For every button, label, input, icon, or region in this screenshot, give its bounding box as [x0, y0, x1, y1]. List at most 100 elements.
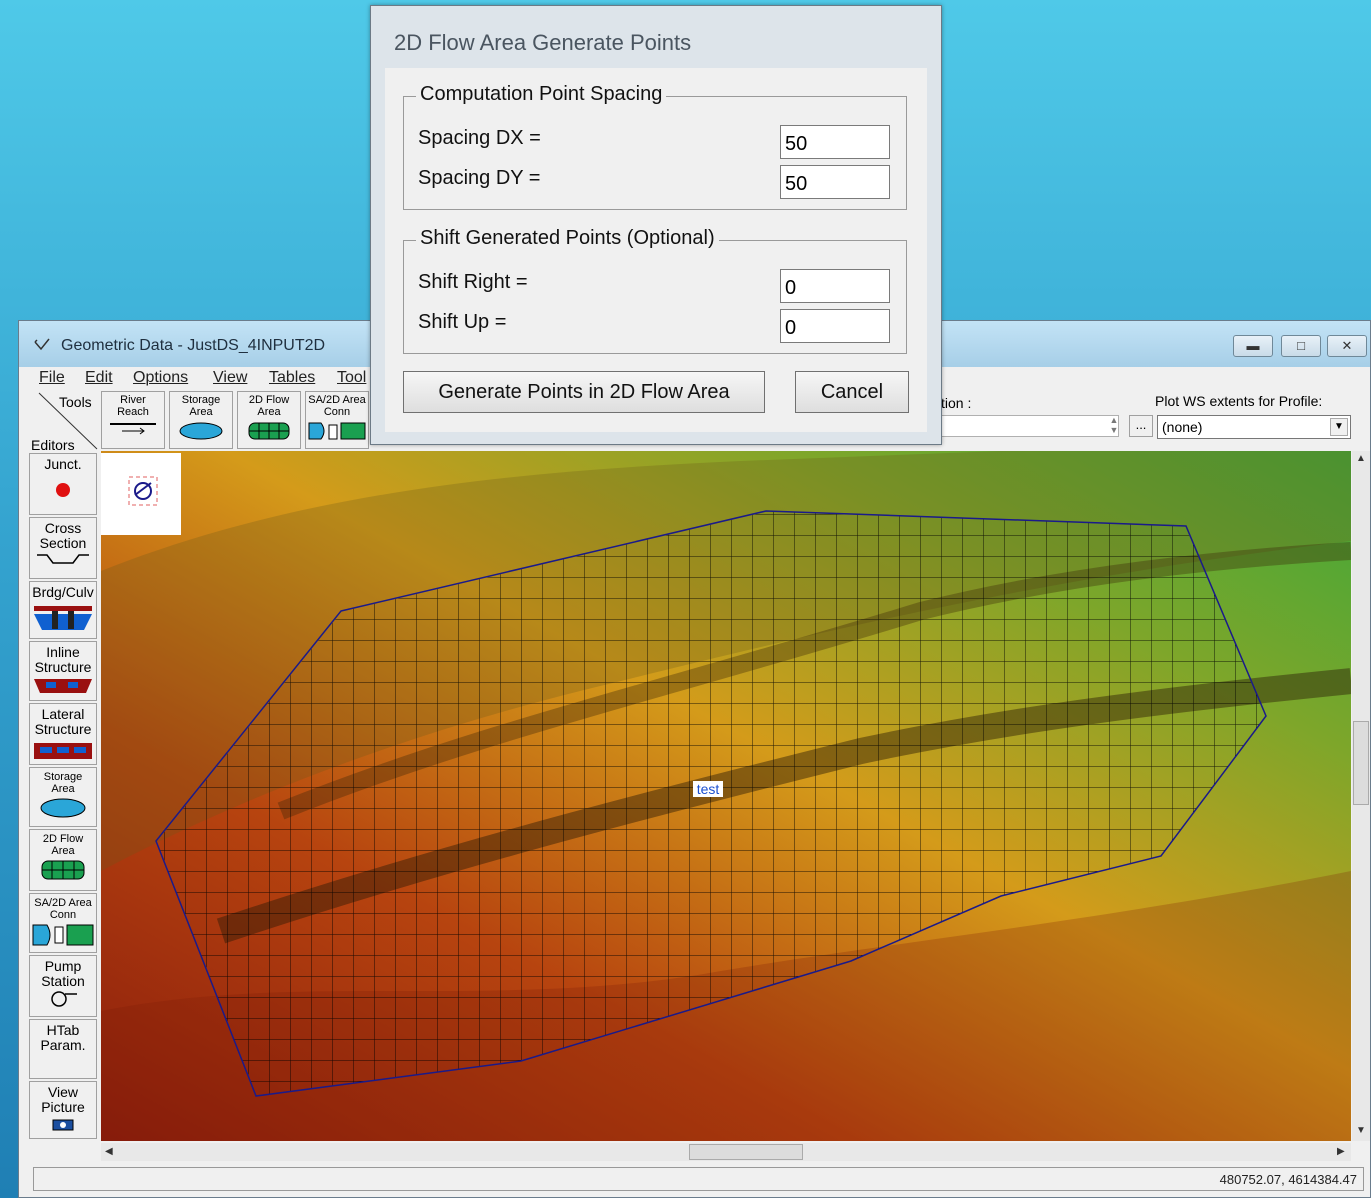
horizontal-scroll-thumb[interactable]: [689, 1144, 803, 1160]
maximize-button[interactable]: □: [1281, 335, 1321, 357]
storage-area-label-2: Area: [189, 406, 213, 418]
profile-select-value: (none): [1162, 419, 1203, 435]
terrain-map-canvas[interactable]: test: [101, 451, 1351, 1141]
2d-flow-area-side-label-1: 2D Flow: [42, 833, 84, 845]
vertical-scrollbar[interactable]: ▲ ▼: [1352, 451, 1370, 1141]
tools-editors-header: Tools Editors: [29, 391, 99, 453]
dialog-title: 2D Flow Area Generate Points: [394, 30, 692, 55]
htab-param-label-2: Param.: [40, 1037, 86, 1053]
location-spinner[interactable]: ▲ ▼: [1107, 415, 1121, 437]
sa-2d-conn-side-icon: [32, 924, 94, 946]
shift-up-input[interactable]: 0: [780, 309, 890, 343]
cursor-coordinates: 480752.07, 4614384.47: [1219, 1172, 1357, 1187]
horizontal-scrollbar[interactable]: ◀ ▶: [101, 1143, 1351, 1161]
menu-tools[interactable]: Tool: [337, 369, 366, 387]
inline-structure-icon: [34, 679, 92, 693]
scroll-left-icon[interactable]: ◀: [105, 1146, 113, 1157]
2d-flow-area-label-2: Area: [257, 406, 281, 418]
2d-flow-area-side-button[interactable]: 2D Flow Area: [29, 829, 97, 891]
2d-flow-area-side-icon: [41, 860, 85, 880]
minimize-button[interactable]: ▬: [1233, 335, 1273, 357]
tools-label: Tools: [59, 394, 92, 410]
lateral-structure-label-1: Lateral: [41, 706, 85, 722]
view-picture-label-1: View: [47, 1084, 79, 1100]
spacing-dy-input[interactable]: 50: [780, 165, 890, 199]
junction-button[interactable]: Junct.: [29, 453, 97, 515]
menu-file[interactable]: File: [39, 369, 65, 387]
scroll-up-icon[interactable]: ▲: [1356, 453, 1366, 464]
view-picture-button[interactable]: View Picture: [29, 1081, 97, 1139]
lateral-structure-label-2: Structure: [34, 721, 92, 737]
htab-param-button[interactable]: HTab Param.: [29, 1019, 97, 1079]
inline-structure-label-1: Inline: [46, 644, 80, 660]
2d-flow-area-side-label-2: Area: [51, 845, 75, 857]
river-reach-label-1: River: [120, 394, 146, 406]
cross-section-icon: [37, 554, 89, 564]
overview-minimap[interactable]: [101, 453, 181, 535]
menu-options[interactable]: Options: [133, 369, 188, 387]
lateral-structure-button[interactable]: Lateral Structure: [29, 703, 97, 765]
location-browse-button[interactable]: ...: [1129, 415, 1153, 437]
pump-icon: [51, 991, 77, 1007]
sa-2d-area-conn-button[interactable]: SA/2D Area Conn: [305, 391, 369, 449]
shift-group: Shift Generated Points (Optional) Shift …: [403, 227, 907, 354]
generate-points-button[interactable]: Generate Points in 2D Flow Area: [403, 371, 765, 413]
close-button[interactable]: ✕: [1327, 335, 1367, 357]
sa-2d-conn-side-label-1: SA/2D Area: [34, 897, 92, 909]
shift-right-input[interactable]: 0: [780, 269, 890, 303]
sa-2d-connection-icon: [308, 422, 366, 440]
storage-area-side-label-2: Area: [51, 783, 75, 795]
location-field[interactable]: [939, 415, 1119, 437]
plot-ws-label: Plot WS extents for Profile:: [1155, 393, 1323, 409]
shift-up-label: Shift Up =: [418, 311, 507, 333]
app-icon: [34, 338, 50, 351]
location-label: tion :: [941, 395, 972, 411]
storage-area-button[interactable]: Storage Area: [169, 391, 233, 449]
bridge-culvert-button[interactable]: Brdg/Culv: [29, 581, 97, 639]
river-arrow-icon: [110, 423, 156, 435]
inline-structure-button[interactable]: Inline Structure: [29, 641, 97, 701]
2d-flow-grid-icon: [248, 422, 290, 440]
2d-flow-area-button[interactable]: 2D Flow Area: [237, 391, 301, 449]
view-picture-label-2: Picture: [41, 1099, 85, 1115]
sa-2d-conn-side-label-2: Conn: [49, 909, 77, 921]
inline-structure-label-2: Structure: [34, 659, 92, 675]
sa-2d-conn-side-button[interactable]: SA/2D Area Conn: [29, 893, 97, 953]
2d-flow-area-label: test: [697, 781, 720, 797]
shift-group-title: Shift Generated Points (Optional): [416, 227, 719, 250]
storage-area-side-icon: [40, 798, 86, 818]
storage-area-label-1: Storage: [181, 394, 221, 406]
pump-station-button[interactable]: Pump Station: [29, 955, 97, 1017]
vertical-scroll-thumb[interactable]: [1353, 721, 1369, 805]
2d-flow-area-label-1: 2D Flow: [248, 394, 290, 406]
storage-area-side-label-1: Storage: [43, 771, 83, 783]
lateral-structure-icon: [34, 743, 92, 759]
junction-label: Junct.: [44, 456, 82, 472]
storage-area-side-button[interactable]: Storage Area: [29, 767, 97, 827]
bridge-icon: [34, 606, 92, 630]
spacing-dy-label: Spacing DY =: [418, 167, 541, 189]
status-bar: 480752.07, 4614384.47: [33, 1167, 1364, 1191]
sa-2d-conn-label-1: SA/2D Area: [308, 394, 366, 406]
htab-param-label-1: HTab: [46, 1022, 80, 1038]
river-reach-label-2: Reach: [117, 406, 149, 418]
cross-section-button[interactable]: Cross Section: [29, 517, 97, 579]
menu-tables[interactable]: Tables: [269, 369, 315, 387]
profile-select[interactable]: (none) ▼: [1157, 415, 1351, 439]
shift-right-label: Shift Right =: [418, 271, 528, 293]
menu-view[interactable]: View: [213, 369, 247, 387]
menu-edit[interactable]: Edit: [85, 369, 113, 387]
spacing-group-title: Computation Point Spacing: [416, 83, 667, 106]
pump-station-label-2: Station: [41, 973, 85, 989]
geometric-data-window: Geometric Data - JustDS_4INPUT2D ▬ □ ✕ F…: [18, 320, 1371, 1198]
spacing-dx-input[interactable]: 50: [780, 125, 890, 159]
storage-area-icon: [179, 422, 223, 440]
scroll-right-icon[interactable]: ▶: [1337, 1146, 1345, 1157]
river-reach-button[interactable]: River Reach: [101, 391, 165, 449]
scroll-down-icon[interactable]: ▼: [1356, 1125, 1366, 1136]
cross-section-label-1: Cross: [44, 520, 82, 536]
dialog-body: Computation Point Spacing Spacing DX = 5…: [385, 68, 927, 432]
cancel-button[interactable]: Cancel: [795, 371, 909, 413]
spacing-group: Computation Point Spacing Spacing DX = 5…: [403, 83, 907, 210]
spacing-dx-label: Spacing DX =: [418, 127, 541, 149]
